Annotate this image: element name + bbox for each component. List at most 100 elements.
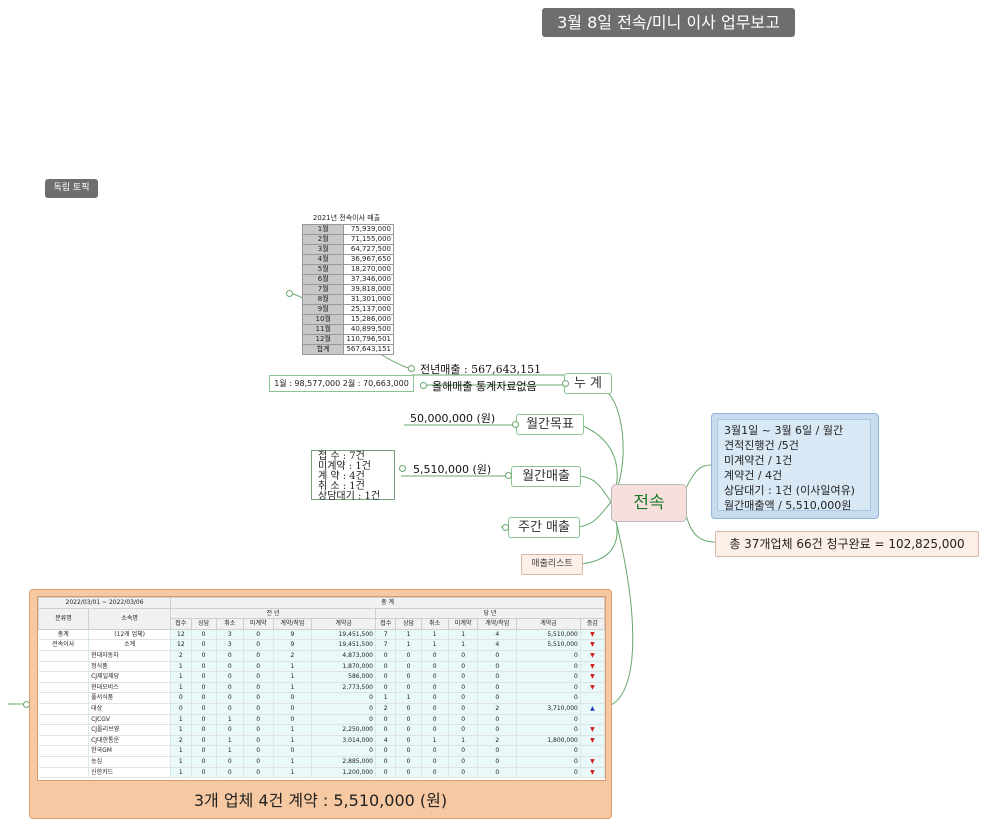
table-cell: 1 — [170, 767, 192, 779]
table-cell: 0 — [191, 692, 217, 704]
branch-monthly-sales[interactable]: 월간매출 — [511, 466, 581, 487]
change-cell — [580, 714, 605, 726]
table-row[interactable]: CJ제일제당 1 0 0 0 1 586,000 0 0 0 0 0 0 ▼ — [38, 671, 605, 683]
table-cell: 0 — [516, 714, 581, 726]
table-cell: 1 — [448, 629, 479, 641]
table-cell: 0 — [311, 692, 376, 704]
table-cell: 0 — [516, 661, 581, 673]
amount-cell: 37,346,000 — [343, 274, 394, 285]
collapse-dot-icon[interactable] — [502, 524, 509, 531]
collapse-dot-icon[interactable] — [420, 382, 427, 389]
table-cell — [38, 650, 90, 662]
branch-monthly-target[interactable]: 월간목표 — [516, 414, 584, 435]
table-cell: CJCGV — [88, 714, 172, 726]
table-cell: 19,451,500 — [311, 639, 376, 651]
table-cell: 5,510,000 — [516, 639, 581, 651]
table-row[interactable]: 농심 1 0 0 0 1 2,885,000 0 0 0 0 0 0 ▼ — [38, 756, 605, 768]
table-cell: 1 — [170, 724, 192, 736]
month-cell: 2월 — [301, 234, 345, 245]
sub-header: 계약금 — [516, 618, 581, 630]
collapse-dot-icon[interactable] — [562, 380, 569, 387]
collapse-dot-icon[interactable] — [399, 465, 406, 472]
table-row[interactable]: 대상 0 0 0 0 0 0 2 0 0 0 2 3,710,000 ▲ — [38, 703, 605, 715]
table-cell: 0 — [170, 703, 192, 715]
branch-cumulative[interactable]: 누 계 — [564, 373, 612, 394]
table-cell: 7 — [375, 629, 397, 641]
branch-sales-list[interactable]: 매출리스트 — [521, 554, 583, 575]
sales-detail-node[interactable]: 2022/03/01 ~ 2022/03/06 총 계 분류명 소속명 전 년 … — [29, 589, 612, 819]
table-cell: 0 — [216, 703, 244, 715]
claim-total-node[interactable]: 총 37개업체 66건 청구완료 = 102,825,000 — [715, 531, 979, 557]
central-topic[interactable]: 전속 — [611, 484, 687, 522]
table-cell: 0 — [395, 714, 422, 726]
yearly-sales-row: 1월 75,939,000 — [301, 224, 394, 235]
collapse-dot-icon[interactable] — [505, 472, 512, 479]
month-cell: 8월 — [301, 294, 345, 305]
month-cell: 3월 — [301, 244, 345, 255]
month-cell: 9월 — [301, 304, 345, 315]
table-cell: 1 — [421, 629, 449, 641]
table-row[interactable]: 총계 (12개 업체) 12 0 3 0 9 19,451,500 7 1 1 1 4 5,510,000… — [38, 629, 605, 641]
table-cell: 소계 — [88, 639, 172, 651]
collapse-dot-icon[interactable] — [286, 290, 293, 297]
table-cell: 0 — [311, 745, 376, 757]
monthly-target-value: 50,000,000 (원) — [410, 412, 496, 425]
table-cell: 0 — [216, 682, 244, 694]
free-topic-node[interactable]: 독립 토픽 — [45, 179, 98, 198]
table-cell: 1 — [273, 682, 313, 694]
table-row[interactable]: 현대모비스 1 0 0 0 1 2,773,500 0 0 0 0 0 0 ▼ — [38, 682, 605, 694]
increase-arrow-icon: ▲ — [580, 703, 605, 715]
table-cell: 7 — [375, 639, 397, 651]
table-cell: 0 — [421, 692, 449, 704]
table-cell: 0 — [243, 756, 274, 768]
table-cell: 풀서식품 — [88, 692, 172, 704]
table-cell: 9 — [273, 629, 313, 641]
amount-cell: 36,967,650 — [343, 254, 394, 265]
table-row[interactable]: 전속이사 소계 12 0 3 0 9 19,451,500 7 1 1 1 4 5,510,000 ▼ — [38, 639, 605, 651]
table-cell: 0 — [243, 703, 274, 715]
count-consult-waiting: 상담대기 : 1건 — [318, 491, 381, 502]
amount-cell: 40,899,500 — [343, 324, 394, 335]
amount-cell: 31,301,000 — [343, 294, 394, 305]
table-cell: 0 — [273, 745, 313, 757]
table-cell: 0 — [375, 724, 397, 736]
table-cell: 0 — [421, 661, 449, 673]
yearly-sales-row: 12월 110,796,501 — [301, 334, 394, 345]
amount-cell: 64,727,500 — [343, 244, 394, 255]
decrease-arrow-icon: ▼ — [580, 682, 605, 694]
table-row[interactable]: CJ올리브영 1 0 0 0 1 2,250,000 0 0 0 0 0 0 ▼ — [38, 724, 605, 736]
table-cell: 0 — [191, 661, 217, 673]
table-cell — [38, 735, 90, 747]
table-cell: 12 — [170, 639, 192, 651]
table-row[interactable]: CJ대한통운 2 0 1 0 1 3,014,000 4 0 1 1 2 1,800,000 ▼ — [38, 735, 605, 747]
table-cell: 0 — [216, 671, 244, 683]
yearly-sales-row: 10월 15,286,000 — [301, 314, 394, 325]
table-row[interactable]: 풀서식품 0 0 0 0 0 0 1 1 0 0 0 0 — [38, 692, 605, 704]
table-row[interactable]: CJCGV 1 0 1 0 0 0 0 0 0 0 0 0 — [38, 714, 605, 726]
collapse-dot-icon[interactable] — [408, 365, 415, 372]
sub-header: 접수 — [170, 618, 192, 630]
table-cell: 0 — [477, 714, 518, 726]
table-row[interactable]: 현대자동차 2 0 0 0 2 4,873,000 0 0 0 0 0 0 ▼ — [38, 650, 605, 662]
table-row[interactable]: 신한카드 1 0 0 0 1 1,200,000 0 0 0 0 0 0 ▼ — [38, 767, 605, 779]
branch-weekly-sales[interactable]: 주간 매출 — [508, 517, 580, 538]
table-cell: 0 — [191, 671, 217, 683]
table-cell: 0 — [375, 745, 397, 757]
table-cell: 0 — [421, 745, 449, 757]
table-cell: 0 — [216, 767, 244, 779]
decrease-arrow-icon: ▼ — [580, 650, 605, 662]
summary-box[interactable]: 3월1일 ~ 3월 6일 / 월간 견적진행건 /5건 미계약건 / 1건 계약… — [711, 413, 879, 519]
sub-header: 증감 — [579, 618, 605, 630]
table-cell: 0 — [477, 692, 518, 704]
table-cell: 0 — [421, 703, 449, 715]
table-cell: 0 — [516, 650, 581, 662]
table-row[interactable]: 정식품 1 0 0 0 1 1,870,000 0 0 0 0 0 0 ▼ — [38, 661, 605, 673]
table-cell: 0 — [273, 714, 313, 726]
table-cell: 1 — [170, 745, 192, 757]
table-row[interactable]: 한국GM 1 0 1 0 0 0 0 0 0 0 0 0 — [38, 745, 605, 757]
table-cell: 1 — [395, 629, 422, 641]
table-cell: CJ제일제당 — [88, 671, 172, 683]
table-cell: 0 — [448, 724, 479, 736]
summary-line: 견적진행건 /5건 — [724, 439, 799, 452]
collapse-dot-icon[interactable] — [512, 421, 519, 428]
